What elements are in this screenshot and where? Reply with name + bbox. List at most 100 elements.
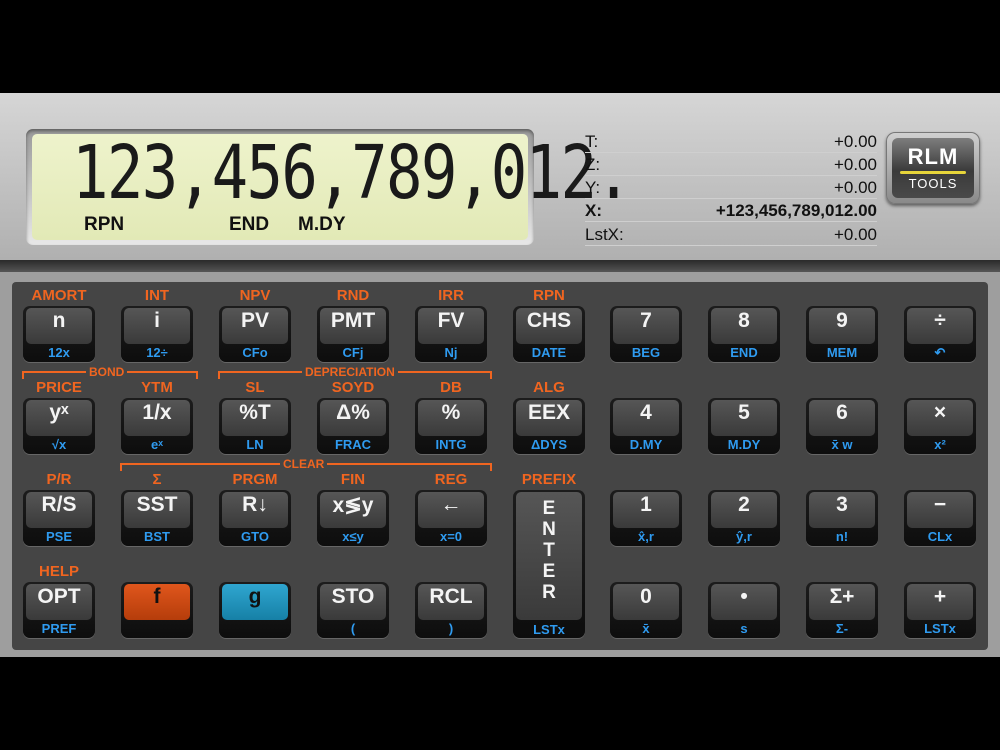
key-chs[interactable]: CHS DATE [513, 306, 585, 362]
key-backspace[interactable]: ← x=0 [415, 490, 487, 546]
key-sub-label: M.DY [727, 437, 761, 452]
logo-text-tools: TOOLS [908, 176, 958, 191]
key-pv[interactable]: PV CFo [219, 306, 291, 362]
key-sub-label: ( [350, 621, 356, 636]
key-i[interactable]: i 12÷ [121, 306, 193, 362]
rlm-tools-button[interactable]: RLM TOOLS [886, 132, 980, 204]
key-sub-label: x=0 [439, 529, 463, 544]
key-0[interactable]: 0 x̄ [610, 582, 682, 638]
key-roll-down[interactable]: R↓ GTO [219, 490, 291, 546]
key-8[interactable]: 8 END [708, 306, 780, 362]
top-black-bar [0, 0, 1000, 93]
bond-label: BOND [86, 365, 128, 379]
enter-letter: T [543, 540, 555, 561]
key-3[interactable]: 3 n! [806, 490, 878, 546]
key-decimal[interactable]: • s [708, 582, 780, 638]
f-label-enter: PREFIX [521, 471, 577, 488]
key-sub-label: x̄ [642, 621, 650, 636]
key-main-label: R/S [41, 493, 77, 516]
key-main-label: yˣ [49, 401, 69, 424]
key-minus[interactable]: − CLx [904, 490, 976, 546]
key-main-label: % [441, 401, 461, 424]
key-main-label: 1/x [142, 401, 172, 424]
key-main-label: CHS [526, 309, 572, 332]
key-main-label: 8 [738, 309, 750, 332]
key-pmt[interactable]: PMT CFj [317, 306, 389, 362]
key-f[interactable]: f [121, 582, 193, 638]
stack-label: X: [585, 201, 602, 220]
key-sub-label: LSTx [533, 622, 565, 637]
key-sub-label: x̂,r [638, 529, 654, 544]
annunciator-rpn: RPN [84, 214, 125, 235]
key-sst[interactable]: SST BST [121, 490, 193, 546]
key-9[interactable]: 9 MEM [806, 306, 878, 362]
key-sub-label: ŷ,r [736, 529, 752, 544]
key-divide[interactable]: ÷ ↶ [904, 306, 976, 362]
key-main-label: 5 [738, 401, 750, 424]
key-2[interactable]: 2 ŷ,r [708, 490, 780, 546]
f-label-fv: IRR [438, 287, 464, 304]
key-delta-percent[interactable]: Δ% FRAC [317, 398, 389, 454]
stack-row-t: T: +0.00 [585, 130, 877, 153]
f-label-sst: Σ [152, 471, 162, 488]
key-plus[interactable]: + LSTx [904, 582, 976, 638]
key-percent[interactable]: % INTG [415, 398, 487, 454]
key-rcl[interactable]: RCL) [415, 582, 487, 638]
f-label-delta-percent: SOYD [331, 379, 375, 396]
key-percent-total[interactable]: %T LN [219, 398, 291, 454]
f-label-run-stop: P/R [46, 471, 72, 488]
bottom-black-bar [0, 657, 1000, 750]
key-opt[interactable]: OPT PREF [23, 582, 95, 638]
key-sub-label: ↶ [934, 345, 946, 360]
lcd-digits: 123,456,789,012. [72, 130, 632, 216]
f-label-chs: RPN [533, 287, 565, 304]
key-main-label: R↓ [242, 493, 268, 516]
key-n[interactable]: n 12x [23, 306, 95, 362]
key-fv[interactable]: FV Nj [415, 306, 487, 362]
key-main-label: Σ+ [829, 585, 855, 608]
key-multiply[interactable]: × x² [904, 398, 976, 454]
key-sub-label: GTO [241, 529, 269, 544]
key-sigma-plus[interactable]: Σ+ Σ- [806, 582, 878, 638]
key-main-label: Δ% [336, 401, 370, 424]
stack-value: +0.00 [833, 225, 877, 244]
key-run-stop[interactable]: R/S PSE [23, 490, 95, 546]
key-y-power-x[interactable]: yˣ √x [23, 398, 95, 454]
key-main-label: 0 [640, 585, 652, 608]
key-main-label: PMT [330, 309, 376, 332]
f-label-backspace: REG [434, 471, 468, 488]
key-enter[interactable]: E N T E R LSTx [513, 490, 585, 638]
stack-row-lastx: LstX: +0.00 [585, 223, 877, 246]
key-x-swap-y[interactable]: x≶y x≤y [317, 490, 389, 546]
key-eex[interactable]: EEX ΔDYS [513, 398, 585, 454]
key-7[interactable]: 7 BEG [610, 306, 682, 362]
key-sub-label: PSE [45, 529, 72, 544]
key-sub-label: eˣ [151, 437, 163, 452]
key-6[interactable]: 6 x̄ w [806, 398, 878, 454]
key-sto[interactable]: STO ( [317, 582, 389, 638]
key-main-label: + [933, 585, 947, 608]
key-sub-label: CFj [342, 345, 364, 360]
f-label-x-swap-y: FIN [340, 471, 366, 488]
f-label-i: INT [144, 287, 170, 304]
key-sub-label: x≤y [342, 529, 364, 544]
key-1[interactable]: 1 x̂,r [610, 490, 682, 546]
f-label-y-power-x: PRICE [36, 379, 82, 396]
panel-divider [0, 260, 1000, 272]
key-sub-label: √x [51, 437, 67, 452]
key-reciprocal[interactable]: 1/x eˣ [121, 398, 193, 454]
key-main-label: OPT [37, 585, 81, 608]
enter-letter: E [542, 561, 556, 582]
key-main-label: 7 [640, 309, 652, 332]
f-label-n: AMORT [31, 287, 87, 304]
key-4[interactable]: 4 D.MY [610, 398, 682, 454]
f-label-pmt: RND [336, 287, 370, 304]
stack-label: Z: [585, 155, 601, 174]
annunciator-end: END [229, 214, 270, 235]
key-5[interactable]: 5 M.DY [708, 398, 780, 454]
enter-label: ENTER [513, 498, 585, 603]
stack-value: +0.00 [833, 155, 877, 174]
key-sub-label: ) [448, 621, 454, 636]
key-g[interactable]: g [219, 582, 291, 638]
key-sub-label: 12x [48, 345, 70, 360]
